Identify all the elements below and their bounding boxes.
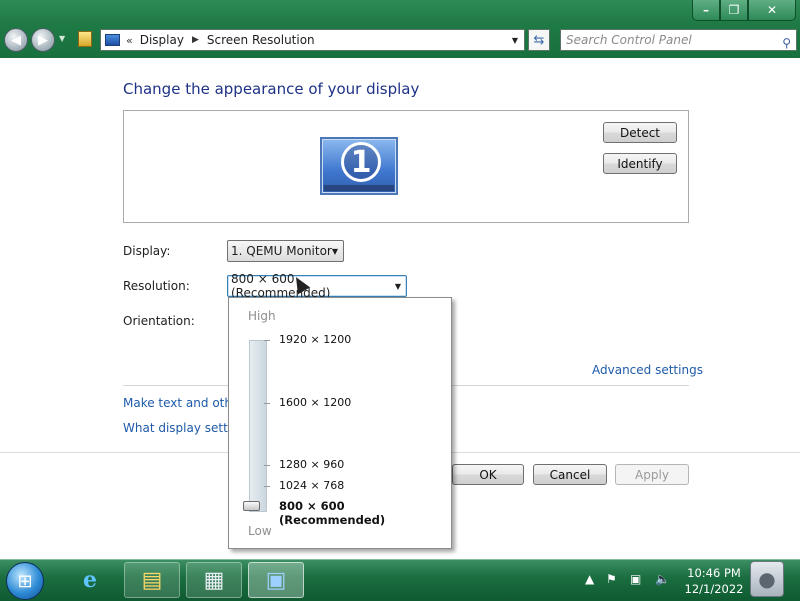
slider-thumb[interactable] (243, 501, 260, 511)
resolution-option[interactable]: 1920 × 1200 (279, 333, 351, 346)
display-select[interactable]: 1. QEMU Monitor ▼ (227, 240, 344, 262)
refresh-icon: ⇆ (533, 32, 545, 48)
high-label: High (248, 309, 276, 323)
monitor-preview-area: 1 Detect Identify (123, 110, 689, 223)
refresh-button[interactable]: ⇆ (528, 29, 550, 51)
calculator-icon: ▦ (203, 567, 225, 593)
resolution-option[interactable]: 1280 × 960 (279, 458, 344, 471)
action-center-flag-icon[interactable]: ⚑ (606, 572, 617, 586)
tick-mark (264, 465, 270, 466)
address-bar[interactable]: « Display ▶ Screen Resolution ▼ (100, 29, 525, 51)
monitor-1-icon[interactable]: 1 (320, 137, 398, 195)
control-panel-icon: ▣ (265, 567, 287, 593)
back-button[interactable]: ◀ (4, 28, 28, 52)
forward-arrow-icon: ▶ (38, 32, 48, 48)
breadcrumb-display[interactable]: Display (140, 33, 184, 47)
window-controls: – ❐ ✕ (692, 0, 796, 21)
volume-muted-icon[interactable]: 🔈 (655, 572, 670, 586)
control-panel-folder-icon[interactable] (78, 31, 92, 47)
display-select-value: 1. QEMU Monitor (231, 244, 332, 258)
resolution-option[interactable]: 1024 × 768 (279, 479, 344, 492)
explorer-icon: ▤ (141, 567, 163, 593)
low-label: Low (248, 524, 272, 538)
search-icon[interactable]: ⚲ (782, 33, 791, 53)
maximize-button[interactable]: ❐ (720, 0, 748, 21)
user-icon: ● (758, 567, 776, 591)
ok-button[interactable]: OK (452, 464, 524, 485)
taskbar-control-panel[interactable]: ▣ (248, 562, 304, 598)
breadcrumb-separator-icon[interactable]: ▶ (192, 35, 199, 45)
detect-button[interactable]: Detect (603, 122, 677, 143)
page-title: Change the appearance of your display (123, 80, 420, 98)
clock-time: 10:46 PM (687, 566, 741, 580)
advanced-settings-link[interactable]: Advanced settings (592, 363, 703, 377)
internet-explorer-icon: e (83, 567, 97, 593)
taskbar-explorer[interactable]: ▤ (124, 562, 180, 598)
breadcrumb-screen-resolution[interactable]: Screen Resolution (207, 33, 315, 47)
resolution-label: Resolution: (123, 279, 190, 293)
minimize-button[interactable]: – (692, 0, 720, 21)
recent-pages-dropdown-icon[interactable]: ▼ (59, 34, 65, 43)
resolution-select-value: 800 × 600 (Recommended) (231, 272, 331, 300)
orientation-label: Orientation: (123, 314, 195, 328)
back-arrow-icon: ◀ (11, 32, 21, 48)
close-button[interactable]: ✕ (748, 0, 796, 21)
network-icon[interactable]: ▣ (630, 572, 641, 586)
forward-button[interactable]: ▶ (31, 28, 55, 52)
show-hidden-icons-icon[interactable]: ▲ (585, 572, 594, 586)
monitor-number: 1 (341, 142, 381, 182)
clock-date: 12/1/2022 (684, 582, 744, 596)
display-label: Display: (123, 244, 171, 258)
resolution-option[interactable]: 1600 × 1200 (279, 396, 351, 409)
display-icon (105, 34, 120, 46)
taskbar-calculator[interactable]: ▦ (186, 562, 242, 598)
identify-button[interactable]: Identify (603, 153, 677, 174)
address-dropdown-icon[interactable]: ▼ (512, 36, 518, 45)
tick-mark (264, 403, 270, 404)
resolution-select[interactable]: 800 × 600 (Recommended) ▼ (227, 272, 407, 300)
taskbar-internet-explorer[interactable]: e (62, 562, 118, 598)
search-input[interactable]: Search Control Panel ⚲ (560, 29, 797, 51)
chevron-down-icon: ▼ (331, 246, 338, 256)
windows-logo-icon: ⊞ (17, 570, 33, 592)
tick-mark (264, 486, 270, 487)
window-chrome: – ❐ ✕ ◀ ▶ ▼ « Display ▶ Screen Resolutio… (0, 0, 800, 58)
make-text-larger-link[interactable]: Make text and other (123, 396, 244, 410)
cancel-button[interactable]: Cancel (533, 464, 607, 485)
user-avatar[interactable]: ● (750, 561, 784, 597)
resolution-slider-popup: High 1920 × 1200 1600 × 1200 1280 × 960 … (228, 297, 452, 549)
taskbar-clock[interactable]: 10:46 PM 12/1/2022 (679, 565, 749, 597)
start-button[interactable]: ⊞ (6, 562, 44, 600)
resolution-option-selected[interactable]: 800 × 600 (Recommended) (279, 499, 451, 527)
tick-mark (264, 340, 270, 341)
search-placeholder: Search Control Panel (566, 33, 692, 47)
monitor-taskbar-preview (324, 185, 394, 191)
chevron-down-icon: ▼ (394, 281, 401, 291)
apply-button[interactable]: Apply (615, 464, 689, 485)
breadcrumb-overflow[interactable]: « (126, 34, 133, 47)
